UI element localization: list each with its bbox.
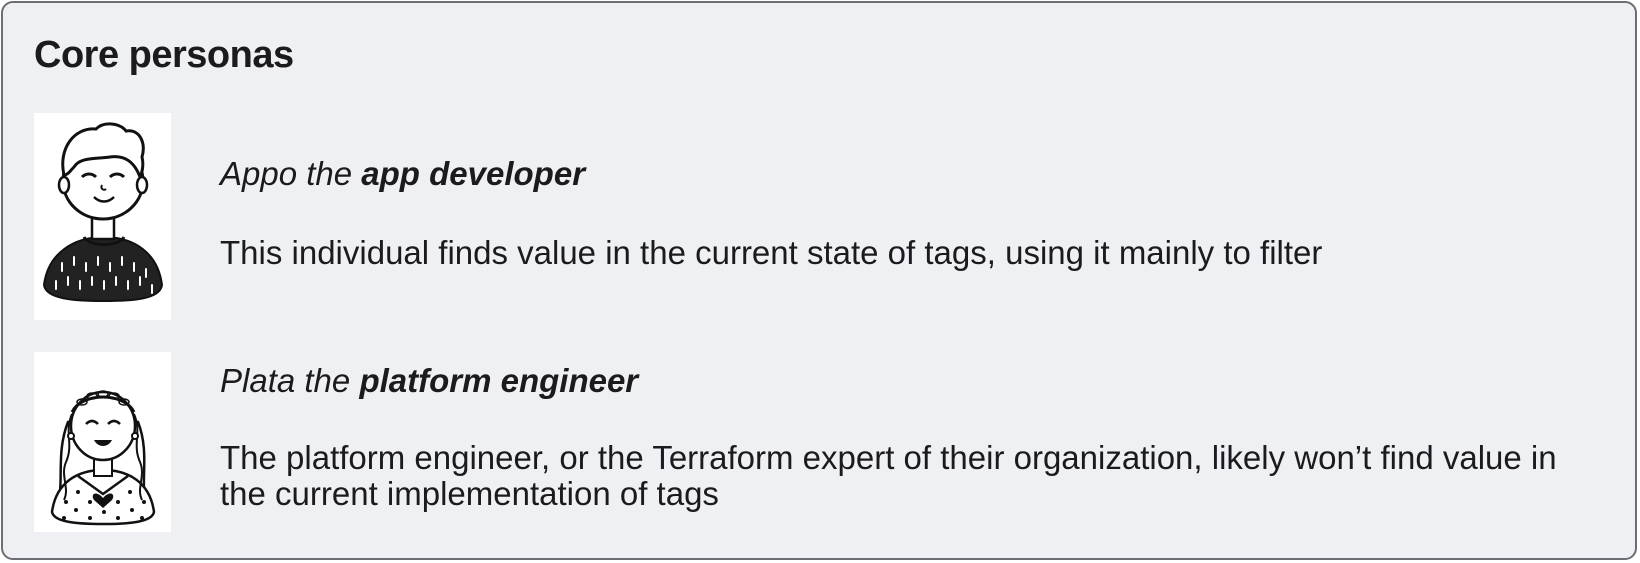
platform-engineer-name: Plata the [220,362,351,399]
platform-engineer-role: platform engineer [359,362,639,399]
personas-card: Core personas Appo the app developer Thi… [1,1,1637,560]
platform-engineer-title: Plata the platform engineer [220,361,638,401]
app-developer-illustration [42,122,164,303]
app-developer-name: Appo the [220,155,353,192]
app-developer-avatar [34,113,171,320]
platform-engineer-illustration [50,390,156,526]
app-developer-title: Appo the app developer [220,154,585,194]
platform-engineer-description: The platform engineer, or the Terraform … [220,439,1557,512]
app-developer-role: app developer [361,155,586,192]
platform-engineer-avatar [34,352,171,532]
card-title: Core personas [34,34,294,76]
app-developer-description: This individual finds value in the curre… [220,234,1323,271]
